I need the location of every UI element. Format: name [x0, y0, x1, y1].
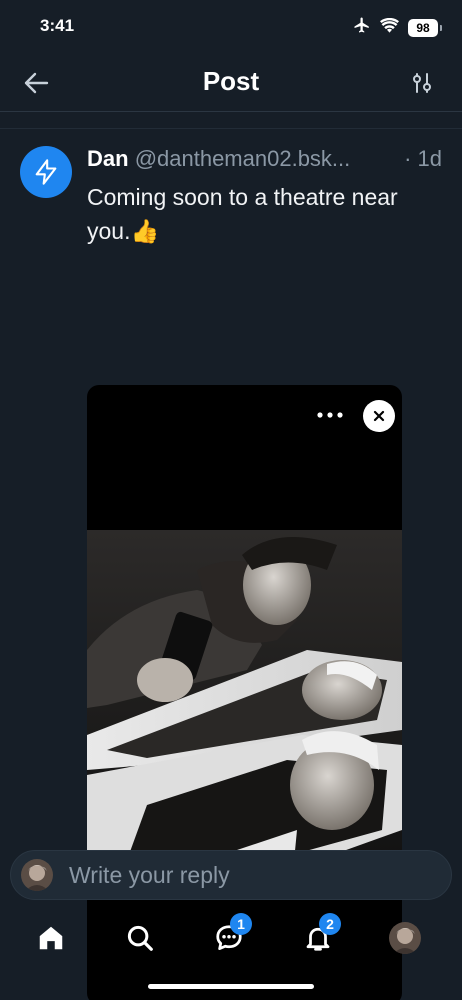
thread-settings-button[interactable]: [408, 68, 436, 98]
post-image: [87, 530, 402, 882]
chat-badge: 1: [230, 913, 252, 935]
media-close-button[interactable]: [363, 400, 395, 432]
home-indicator: [148, 984, 314, 989]
divider: [0, 128, 462, 129]
author-handle[interactable]: @dantheman02.bsk...: [135, 146, 351, 171]
reply-placeholder: Write your reply: [69, 861, 230, 888]
close-icon: [373, 410, 385, 422]
wifi-icon: [380, 17, 399, 38]
battery-icon: 98: [408, 18, 442, 37]
header: Post: [0, 54, 462, 112]
post-header: Dan @dantheman02.bsk...: [87, 146, 447, 172]
tab-chat[interactable]: 1: [206, 913, 252, 961]
tab-notifications[interactable]: 2: [295, 913, 341, 961]
author-avatar[interactable]: [20, 146, 72, 198]
post-time: · 1d: [404, 146, 442, 171]
post-text: Coming soon to a theatre near you.👍: [87, 184, 398, 244]
status-icons: 98: [353, 16, 442, 39]
sliders-icon: [413, 73, 431, 93]
page-title: Post: [202, 66, 260, 96]
tab-home[interactable]: [28, 915, 74, 961]
tab-profile[interactable]: [382, 915, 428, 961]
tab-bar: 1 2: [0, 905, 462, 970]
avatar: [21, 859, 53, 891]
lightning-bolt-icon: [35, 159, 57, 185]
tab-search[interactable]: [117, 915, 163, 961]
avatar: [389, 922, 421, 954]
ellipsis-icon: [317, 412, 343, 418]
reply-input[interactable]: Write your reply: [10, 850, 452, 900]
status-bar: 3:41 98: [0, 0, 462, 54]
media-more-button[interactable]: [315, 403, 345, 427]
author-name[interactable]: Dan: [87, 146, 129, 171]
search-icon: [127, 925, 153, 951]
home-icon: [39, 926, 63, 950]
airplane-icon: [353, 16, 371, 39]
status-time: 3:41: [40, 16, 75, 35]
notifications-badge: 2: [319, 913, 341, 935]
